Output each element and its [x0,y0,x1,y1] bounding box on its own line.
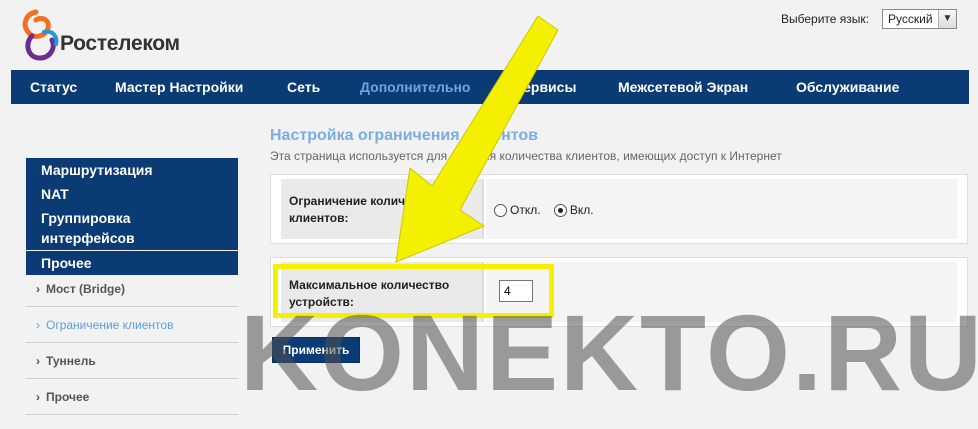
watermark: KONEKTO.RU [240,292,978,413]
